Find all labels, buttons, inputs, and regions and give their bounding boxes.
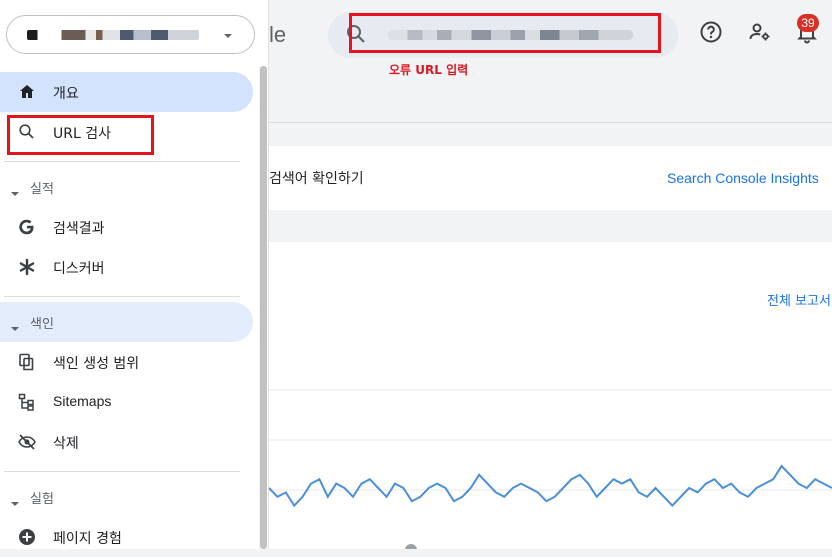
insights-text: 검색어 확인하기 xyxy=(269,171,364,187)
sidebar-item-removals[interactable]: 삭제 xyxy=(0,422,253,462)
sidebar-item-index-coverage[interactable]: 색인 생성 범위 xyxy=(0,342,253,382)
sidebar-item-search-results[interactable]: 검색결과 xyxy=(0,207,253,247)
sidebar-item-page-experience[interactable]: 페이지 경험 xyxy=(0,517,253,557)
search-console-insights-link[interactable]: Search Console Insights xyxy=(667,170,819,186)
performance-report-card: 전체 보고서 xyxy=(269,242,832,549)
sidebar-section-index[interactable]: 색인 xyxy=(0,302,253,342)
sidebar-divider xyxy=(4,161,240,162)
notification-count-badge: 39 xyxy=(797,14,819,32)
sidebar-item-discover[interactable]: 디스커버 xyxy=(0,247,253,287)
annotation-highlight-search xyxy=(349,13,661,53)
section-label: 색인 xyxy=(30,317,54,332)
product-name: le xyxy=(269,22,287,47)
help-icon[interactable] xyxy=(699,20,723,44)
asterisk-icon xyxy=(17,257,37,277)
sidebar-item-label: 페이지 경험 xyxy=(53,531,122,547)
sidebar-item-label: 디스커버 xyxy=(53,261,105,277)
sidebar-item-label: Sitemaps xyxy=(53,393,112,409)
sidebar-item-overview[interactable]: 개요 xyxy=(0,72,253,112)
sidebar-section-performance[interactable]: 실적 xyxy=(0,167,253,207)
sitemap-icon xyxy=(17,392,37,412)
performance-chart xyxy=(269,389,832,549)
section-collapse-caret-icon xyxy=(10,493,20,506)
section-label: 실험 xyxy=(30,492,54,507)
sidebar-item-label: 삭제 xyxy=(53,436,79,452)
property-selector[interactable] xyxy=(6,15,255,54)
redacted-property-name xyxy=(27,30,199,40)
sidebar: 개요 URL 검사 실적 검색결과 디스커버 색인 색인 생성 범위 Sitem… xyxy=(0,0,269,549)
copy-pages-icon xyxy=(17,352,37,372)
section-collapse-caret-icon xyxy=(10,183,20,196)
eye-off-icon xyxy=(17,432,37,452)
plus-circle-icon xyxy=(17,527,37,547)
manage-users-icon[interactable] xyxy=(748,20,772,44)
sidebar-scrollbar[interactable] xyxy=(260,66,267,549)
section-label: 실적 xyxy=(30,182,54,197)
sidebar-divider xyxy=(4,471,240,472)
annotation-highlight-url-inspection xyxy=(7,115,154,155)
sidebar-item-sitemaps[interactable]: Sitemaps xyxy=(0,382,253,422)
sidebar-item-label: 색인 생성 범위 xyxy=(53,356,140,372)
sidebar-section-experience[interactable]: 실험 xyxy=(0,477,253,517)
chart-marker xyxy=(405,544,417,549)
header-divider xyxy=(269,122,832,123)
sidebar-item-label: 개요 xyxy=(53,86,79,102)
google-g-icon xyxy=(17,217,37,237)
chart-series-line xyxy=(269,464,832,508)
home-icon xyxy=(17,82,37,102)
sidebar-divider xyxy=(4,296,240,297)
dropdown-arrow-icon xyxy=(221,28,235,42)
annotation-note: 오류 URL 입력 xyxy=(389,63,469,77)
insights-card: 검색어 확인하기 Search Console Insights xyxy=(269,146,832,210)
sidebar-item-label: 검색결과 xyxy=(53,221,105,237)
section-collapse-caret-icon xyxy=(10,318,20,331)
